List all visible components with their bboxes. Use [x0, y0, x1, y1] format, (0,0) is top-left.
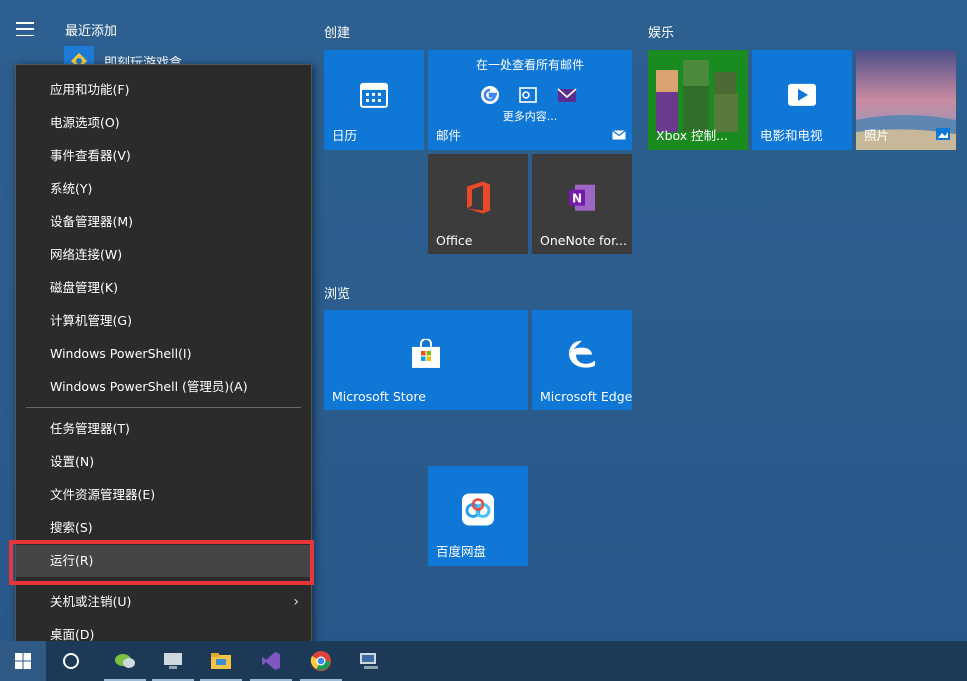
tile-store-label: Microsoft Store: [332, 389, 426, 404]
tile-xbox-label: Xbox 控制...: [656, 128, 729, 143]
remote-desktop-icon: [360, 653, 378, 669]
taskbar-app-visual-studio[interactable]: [248, 641, 294, 681]
recent-added-title: 最近添加: [65, 24, 118, 39]
winx-context-menu: 应用和功能(F) 电源选项(O) 事件查看器(V) 系统(Y) 设备管理器(M)…: [15, 64, 312, 661]
folder-icon: [211, 653, 231, 669]
movie-play-icon: [785, 79, 819, 113]
group-title-browse: 浏览: [324, 287, 351, 302]
tile-microsoft-store[interactable]: Microsoft Store: [324, 310, 528, 410]
tile-calendar-label: 日历: [332, 128, 358, 143]
menu-item-apps-features[interactable]: 应用和功能(F): [16, 74, 311, 106]
menu-separator: [26, 407, 301, 408]
visual-studio-icon: [262, 652, 280, 670]
svg-text:N: N: [572, 192, 582, 206]
tile-microsoft-edge[interactable]: Microsoft Edge: [532, 310, 632, 410]
menu-item-settings[interactable]: 设置(N): [16, 446, 311, 478]
taskbar-app-computer[interactable]: [150, 641, 196, 681]
mail-provider-icons: [480, 85, 578, 105]
menu-item-network-connections[interactable]: 网络连接(W): [16, 239, 311, 271]
cortana-circle-icon: [63, 653, 79, 669]
group-title-entertainment: 娱乐: [648, 26, 675, 41]
windows-logo-icon: [15, 653, 31, 669]
tile-edge-label: Microsoft Edge: [540, 389, 632, 404]
menu-item-disk-management[interactable]: 磁盘管理(K): [16, 272, 311, 304]
office-icon: [463, 180, 493, 218]
computer-icon: [164, 653, 182, 669]
menu-item-device-manager[interactable]: 设备管理器(M): [16, 206, 311, 238]
menu-item-shutdown-signout[interactable]: 关机或注销(U) ›: [16, 586, 311, 618]
menu-item-computer-management[interactable]: 计算机管理(G): [16, 305, 311, 337]
outlook-icon: [519, 87, 537, 103]
menu-item-run[interactable]: 运行(R): [16, 545, 311, 577]
taskbar-app-chrome[interactable]: [298, 641, 344, 681]
mail-header-text: 在一处查看所有邮件: [475, 58, 584, 72]
chrome-icon: [310, 651, 331, 671]
cortana-button[interactable]: [48, 641, 94, 681]
tile-calendar[interactable]: 日历: [324, 50, 424, 150]
edge-icon: [566, 338, 598, 374]
taskbar-app-chat[interactable]: [102, 641, 148, 681]
taskbar-app-explorer[interactable]: [198, 641, 244, 681]
envelope-icon: [612, 125, 626, 144]
tile-onenote[interactable]: N OneNote for...: [532, 154, 632, 254]
google-icon: [481, 86, 499, 104]
tile-movies-label: 电影和电视: [760, 128, 823, 143]
menu-item-task-manager[interactable]: 任务管理器(T): [16, 413, 311, 445]
baidu-netdisk-icon: [461, 492, 495, 530]
tile-office[interactable]: Office: [428, 154, 528, 254]
tile-photos-label: 照片: [864, 128, 890, 143]
menu-item-search[interactable]: 搜索(S): [16, 512, 311, 544]
taskbar-app-remote[interactable]: [346, 641, 392, 681]
menu-item-power-options[interactable]: 电源选项(O): [16, 107, 311, 139]
calendar-icon: [359, 79, 389, 113]
photos-app-icon: [936, 125, 950, 144]
hamburger-menu-icon[interactable]: [16, 22, 34, 36]
tile-photos[interactable]: 照片: [856, 50, 956, 150]
tile-office-label: Office: [436, 233, 473, 248]
menu-item-powershell[interactable]: Windows PowerShell(I): [16, 338, 311, 370]
yahoo-mail-icon: [557, 88, 577, 102]
mail-more-text: 更多内容...: [502, 110, 558, 123]
chat-app-icon: [115, 654, 135, 668]
menu-item-system[interactable]: 系统(Y): [16, 173, 311, 205]
onenote-icon: N: [566, 182, 598, 218]
tile-baidu-label: 百度网盘: [436, 544, 487, 559]
tile-baidu-netdisk[interactable]: 百度网盘: [428, 466, 528, 566]
start-button[interactable]: [0, 641, 46, 681]
menu-item-event-viewer[interactable]: 事件查看器(V): [16, 140, 311, 172]
chevron-right-icon: ›: [293, 594, 299, 610]
group-title-create: 创建: [324, 26, 351, 41]
taskbar: [0, 641, 967, 681]
store-bag-icon: [410, 337, 442, 373]
menu-item-shutdown-label: 关机或注销(U): [50, 594, 132, 609]
tile-mail-label: 邮件: [436, 128, 462, 143]
tile-movies[interactable]: 电影和电视: [752, 50, 852, 150]
tile-xbox[interactable]: Xbox 控制...: [648, 50, 748, 150]
tile-mail[interactable]: 在一处查看所有邮件 更多内容... 邮件: [428, 50, 632, 150]
menu-item-powershell-admin[interactable]: Windows PowerShell (管理员)(A): [16, 371, 311, 403]
tile-onenote-label: OneNote for...: [540, 233, 627, 248]
menu-item-file-explorer[interactable]: 文件资源管理器(E): [16, 479, 311, 511]
